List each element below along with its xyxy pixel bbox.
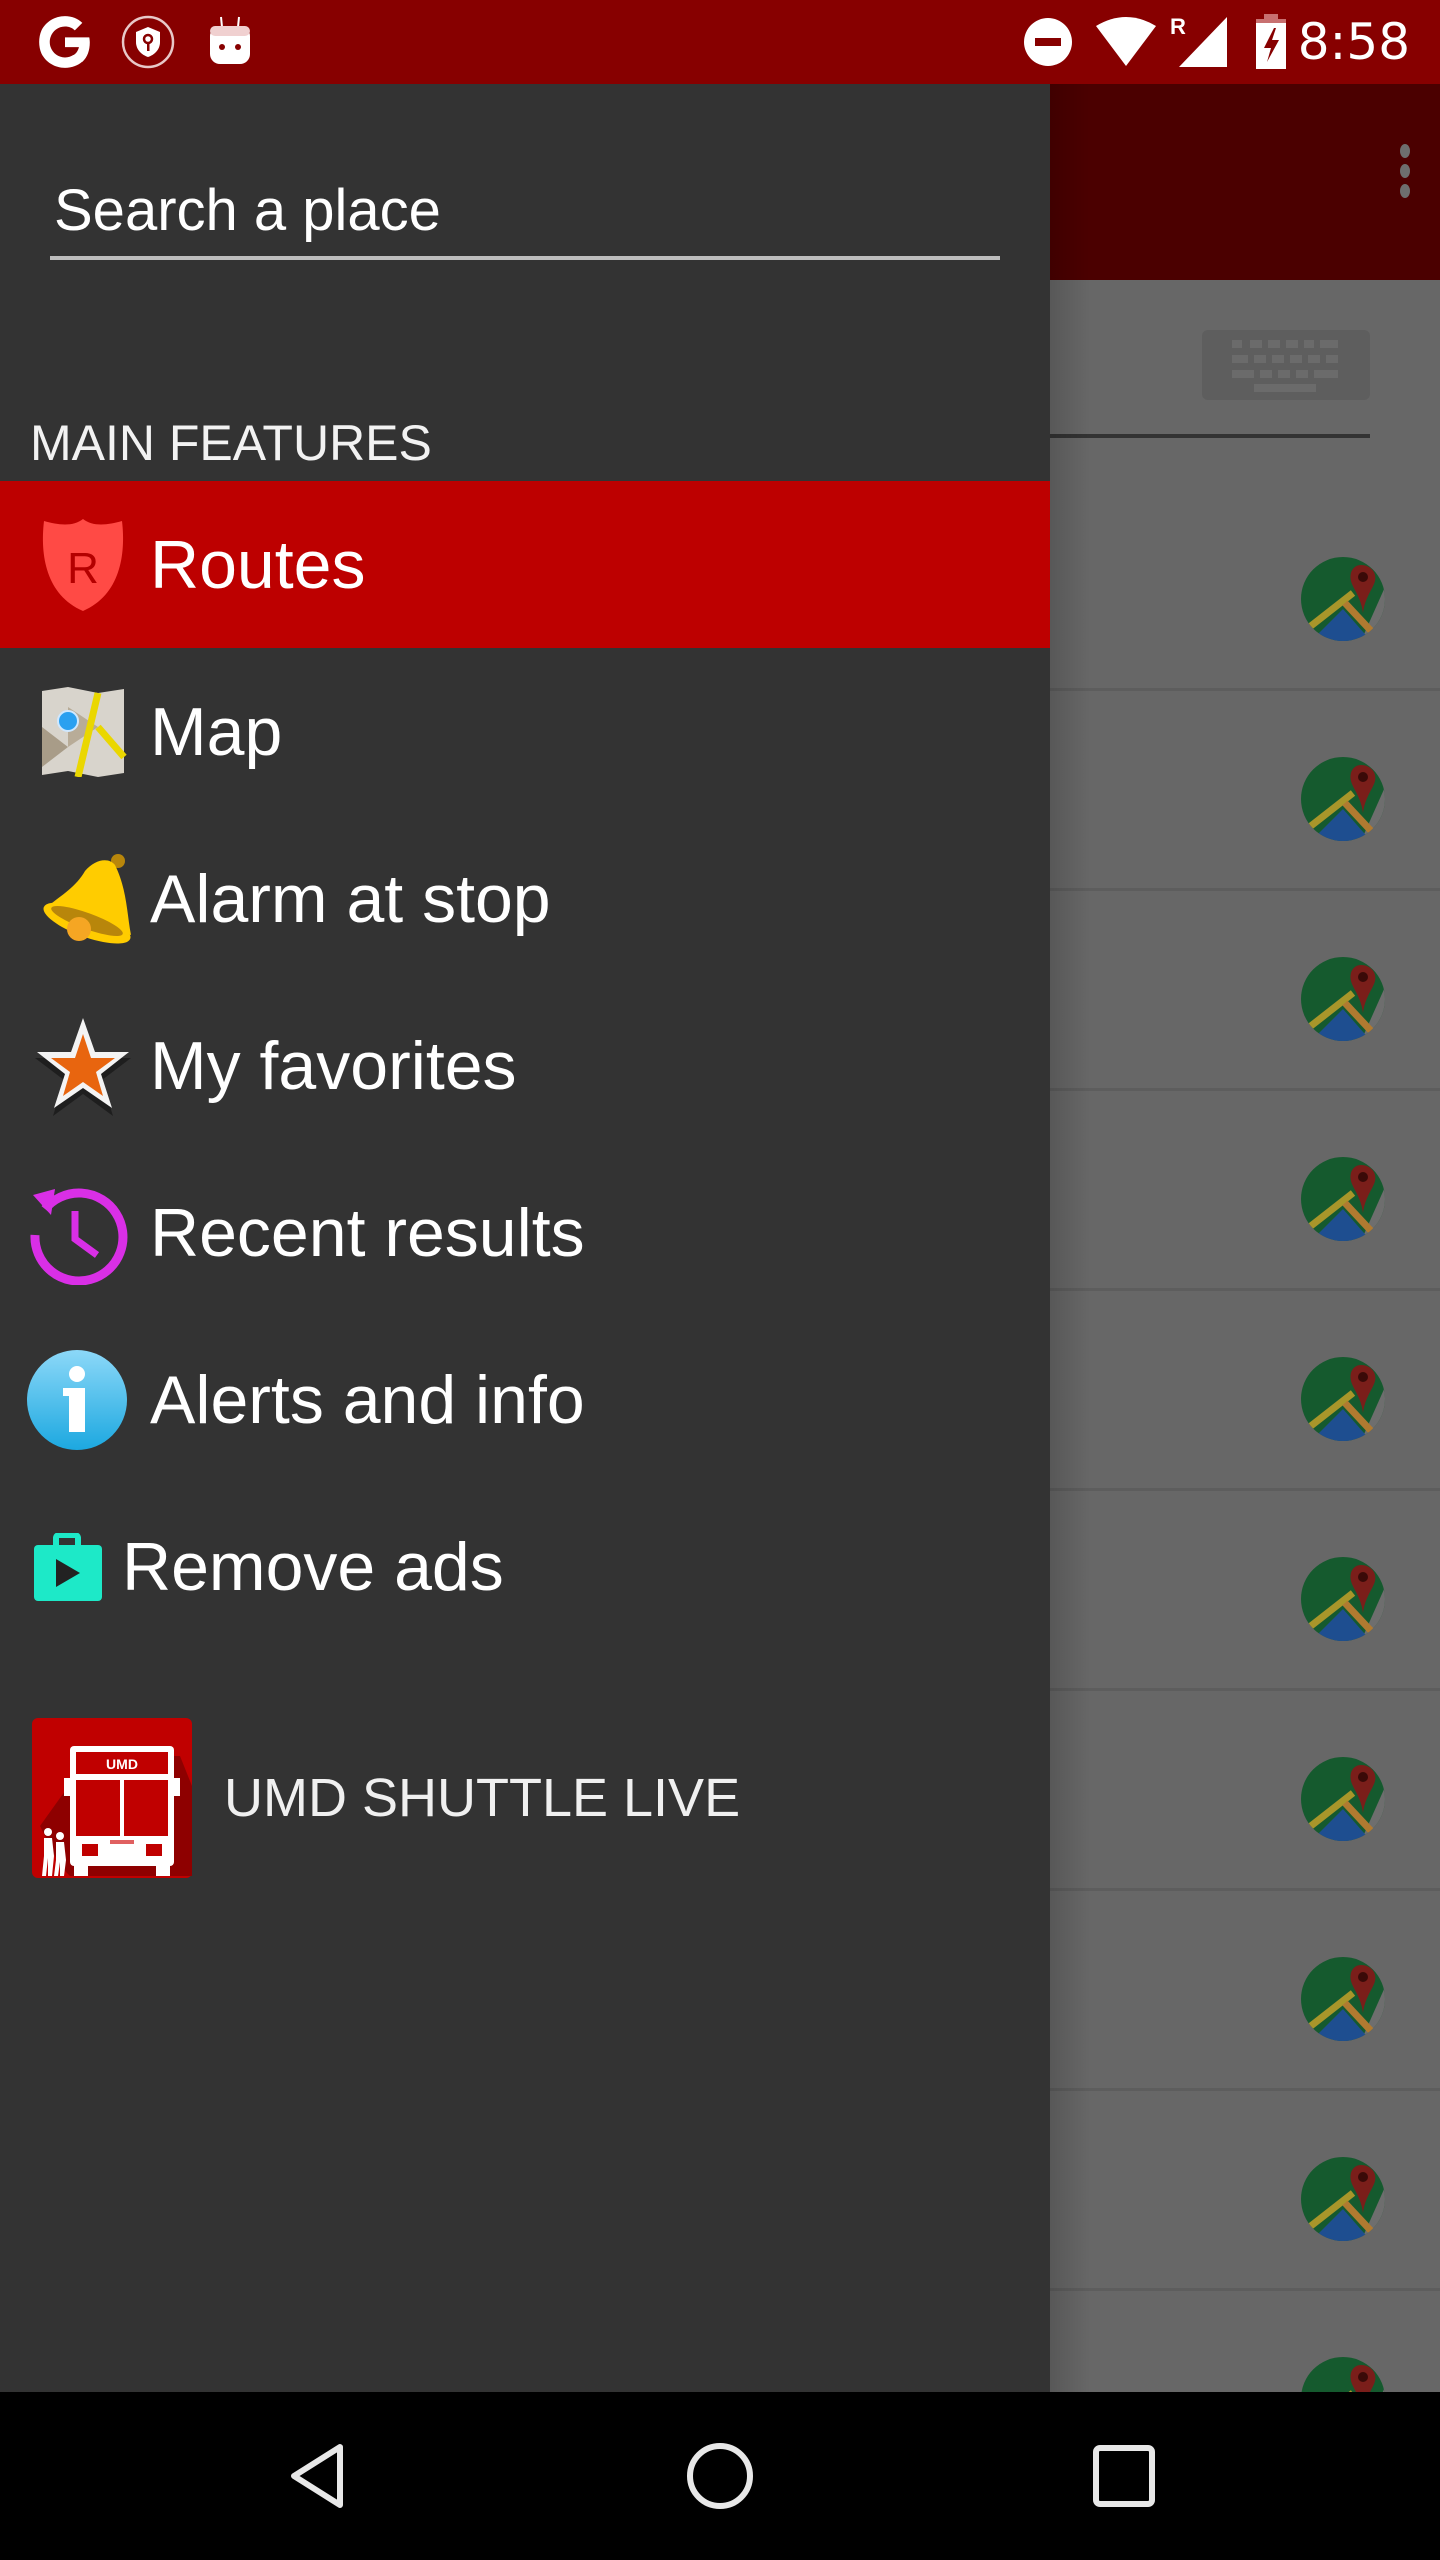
keyboard-icon[interactable]	[1202, 330, 1370, 400]
drawer-shadow	[1050, 84, 1090, 2392]
drawer-item-label: Routes	[150, 526, 366, 603]
star-icon	[30, 1013, 136, 1119]
drawer-item-alarm-at-stop[interactable]: Alarm at stop	[0, 815, 1050, 982]
google-maps-icon[interactable]	[1301, 757, 1385, 841]
background-list-row	[1050, 491, 1440, 691]
drawer-item-label: My favorites	[150, 1027, 517, 1104]
bus-logo-icon: UMD	[30, 1716, 194, 1880]
status-bar: R 8:58	[0, 0, 1440, 84]
back-icon	[291, 2444, 343, 2508]
bell-icon	[30, 846, 136, 952]
drawer-item-routes[interactable]: R Routes	[0, 481, 1050, 648]
google-icon	[30, 0, 100, 84]
play-store-bag-icon	[30, 1514, 106, 1620]
background-list-row	[1050, 2091, 1440, 2291]
google-maps-icon[interactable]	[1301, 557, 1385, 641]
app-name: UMD SHUTTLE LIVE	[224, 1768, 741, 1828]
background-list-row	[1050, 1491, 1440, 1691]
routes-shield-icon: R	[30, 512, 136, 618]
background-list-row	[1050, 1291, 1440, 1491]
drawer-item-label: Alarm at stop	[150, 860, 551, 937]
android-robot-icon	[205, 0, 255, 84]
background-list-row	[1050, 1691, 1440, 1891]
google-maps-icon[interactable]	[1301, 1157, 1385, 1241]
recents-icon	[1093, 2445, 1155, 2507]
background-list-row	[1050, 1891, 1440, 2091]
app-brand[interactable]: UMD UMD SHUTTLE LIVE	[30, 1716, 1020, 1882]
home-icon	[687, 2443, 753, 2509]
drawer-item-label: Remove ads	[122, 1528, 504, 1605]
drawer-item-map[interactable]: Map	[0, 648, 1050, 815]
logo-text: UMD	[106, 1756, 138, 1772]
google-maps-icon[interactable]	[1301, 1957, 1385, 2041]
clock: 8:58	[1297, 13, 1410, 71]
recents-button[interactable]	[1084, 2436, 1164, 2516]
background-list-row	[1050, 891, 1440, 1091]
google-maps-icon[interactable]	[1301, 1357, 1385, 1441]
drawer-item-alerts-and-info[interactable]: Alerts and info	[0, 1316, 1050, 1483]
google-maps-icon[interactable]	[1301, 1757, 1385, 1841]
google-maps-icon[interactable]	[1301, 957, 1385, 1041]
do-not-disturb-icon	[1022, 0, 1074, 84]
info-icon	[24, 1347, 130, 1453]
svg-text:R: R	[67, 544, 99, 593]
background-list-row	[1050, 691, 1440, 891]
signal-icon	[1178, 0, 1228, 84]
search-place-input[interactable]	[50, 164, 1000, 260]
background-list-row	[1050, 2291, 1440, 2392]
google-maps-icon[interactable]	[1301, 2357, 1385, 2392]
battery-charging-icon	[1253, 0, 1289, 84]
overflow-menu-icon[interactable]	[1390, 144, 1420, 214]
drawer-item-label: Alerts and info	[150, 1361, 585, 1438]
history-clock-icon	[24, 1180, 130, 1286]
drawer-item-label: Recent results	[150, 1194, 585, 1271]
drawer-item-label: Map	[150, 693, 283, 770]
map-icon	[30, 679, 136, 785]
drawer-item-remove-ads[interactable]: Remove ads	[0, 1483, 1050, 1650]
drawer-item-recent-results[interactable]: Recent results	[0, 1149, 1050, 1316]
google-maps-icon[interactable]	[1301, 1557, 1385, 1641]
background-input-underline	[1050, 434, 1370, 438]
system-navigation-bar	[0, 2392, 1440, 2560]
section-header-main-features: MAIN FEATURES	[30, 415, 432, 471]
wifi-icon	[1095, 0, 1157, 84]
navigation-drawer: MAIN FEATURES R Routes Map Alarm at stop…	[0, 84, 1050, 2392]
background-list-row	[1050, 1091, 1440, 1291]
home-button[interactable]	[680, 2436, 760, 2516]
vpn-shield-key-icon	[118, 0, 178, 84]
drawer-item-my-favorites[interactable]: My favorites	[0, 982, 1050, 1149]
google-maps-icon[interactable]	[1301, 2157, 1385, 2241]
back-button[interactable]	[278, 2436, 358, 2516]
